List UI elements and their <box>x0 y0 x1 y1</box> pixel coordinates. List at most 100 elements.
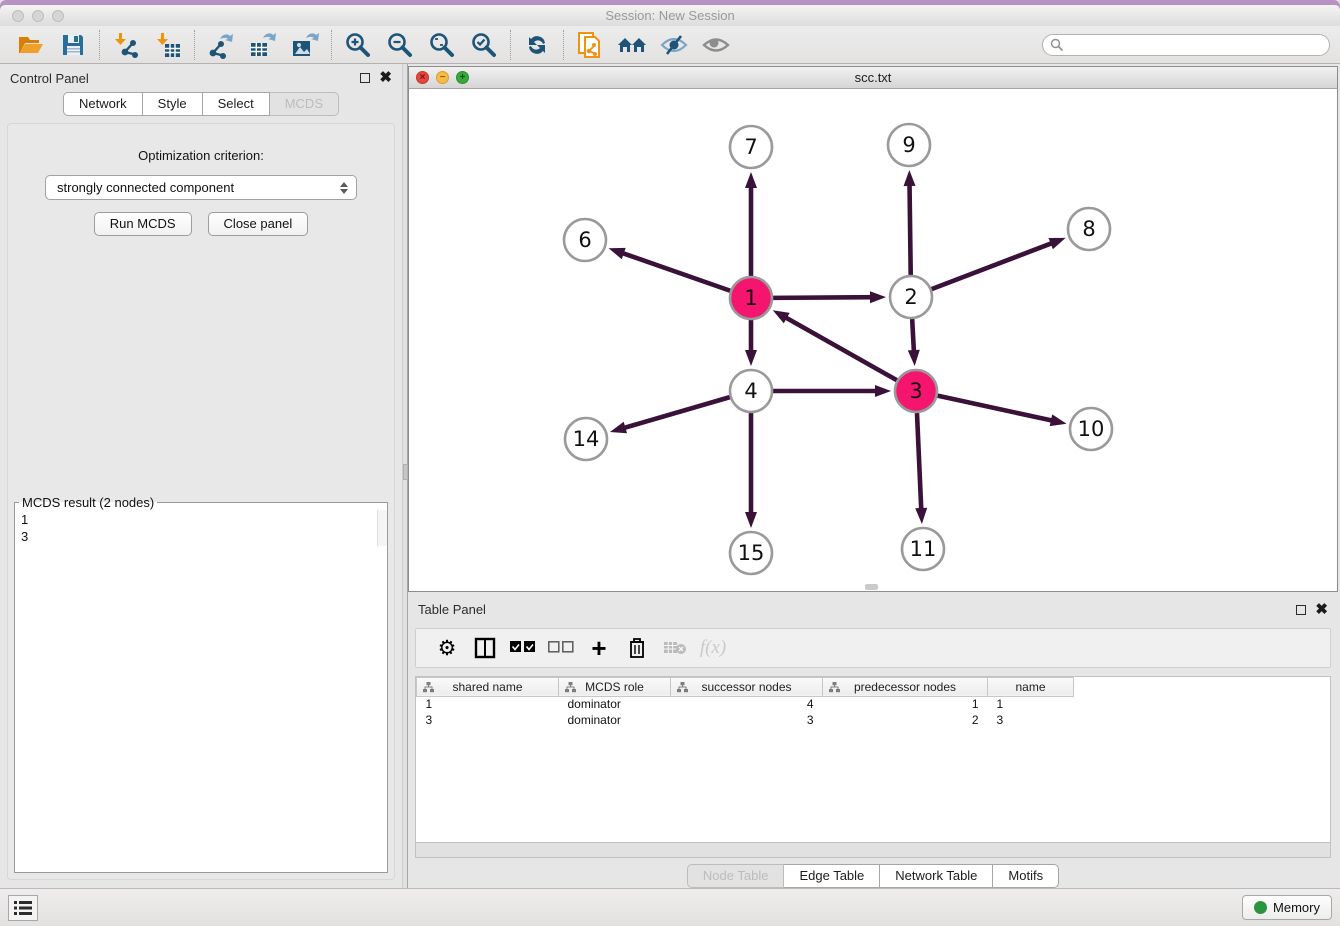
network-maximize-button[interactable]: + <box>456 71 469 84</box>
graph-node-1[interactable]: 1 <box>730 277 772 319</box>
split-view-button[interactable] <box>466 632 504 664</box>
graph-node-11[interactable]: 11 <box>902 528 944 570</box>
zoom-out-button[interactable] <box>379 28 421 62</box>
graph-node-3[interactable]: 3 <box>895 370 937 412</box>
tab-network[interactable]: Network <box>63 92 143 116</box>
tab-motifs[interactable]: Motifs <box>993 864 1059 888</box>
table-settings-button[interactable]: ⚙ <box>428 632 466 664</box>
search-field[interactable] <box>1042 34 1330 56</box>
graph-edge-arrowhead <box>745 172 757 188</box>
save-session-button[interactable] <box>52 28 94 62</box>
zoom-in-button[interactable] <box>337 28 379 62</box>
graph-node-6[interactable]: 6 <box>564 219 606 261</box>
graph-node-9[interactable]: 9 <box>888 124 930 166</box>
graph-edge[interactable] <box>773 297 874 298</box>
column-header-successor-nodes[interactable]: successor nodes <box>671 677 823 696</box>
mcds-result-box: MCDS result (2 nodes) 1 3 <box>14 495 388 873</box>
zoom-selected-button[interactable] <box>463 28 505 62</box>
float-table-panel-icon[interactable] <box>1296 605 1306 615</box>
show-all-networks-button[interactable] <box>611 28 653 62</box>
graph-edge[interactable] <box>620 252 730 291</box>
criterion-select[interactable]: strongly connected component <box>45 175 357 200</box>
column-header-MCDS-role[interactable]: MCDS role <box>559 677 671 696</box>
graph-edge[interactable] <box>917 413 921 512</box>
homes-icon <box>616 32 648 58</box>
toolbar-separator <box>563 30 564 60</box>
run-mcds-button[interactable]: Run MCDS <box>94 212 192 236</box>
graph-node-2[interactable]: 2 <box>890 276 932 318</box>
zoom-fit-button[interactable] <box>421 28 463 62</box>
memory-label: Memory <box>1273 900 1320 915</box>
graph-node-8[interactable]: 8 <box>1068 208 1110 250</box>
task-history-button[interactable] <box>8 895 38 921</box>
svg-text:7: 7 <box>744 135 757 159</box>
close-panel-icon[interactable]: ✖ <box>379 73 392 83</box>
column-header-shared-name[interactable]: shared name <box>417 677 559 696</box>
tab-node-table[interactable]: Node Table <box>687 864 785 888</box>
table-cell[interactable]: 3 <box>671 712 823 728</box>
table-cell[interactable]: 2 <box>823 712 988 728</box>
column-header-predecessor-nodes[interactable]: predecessor nodes <box>823 677 988 696</box>
table-cell[interactable]: dominator <box>559 696 671 712</box>
graph-edge[interactable] <box>912 319 914 354</box>
result-scrollbar[interactable] <box>377 510 387 546</box>
mcds-result-lines: 1 3 <box>15 510 387 546</box>
table-row[interactable]: 1dominator411 <box>417 696 1092 712</box>
table-cell[interactable]: 3 <box>417 712 559 728</box>
table-hscroll[interactable] <box>415 843 1331 858</box>
table-cell[interactable]: 1 <box>823 696 988 712</box>
show-selected-button[interactable] <box>695 28 737 62</box>
export-network-button[interactable] <box>200 28 242 62</box>
tab-select[interactable]: Select <box>203 92 270 116</box>
graph-node-10[interactable]: 10 <box>1070 408 1112 450</box>
tab-mcds[interactable]: MCDS <box>270 92 339 116</box>
network-minimize-button[interactable]: − <box>436 71 449 84</box>
graph-edge[interactable] <box>783 316 897 380</box>
graph-node-15[interactable]: 15 <box>730 532 772 574</box>
import-table-button[interactable] <box>147 28 189 62</box>
network-close-button[interactable]: × <box>416 71 429 84</box>
panel-splitter[interactable] <box>402 64 408 888</box>
graph-edge-arrowhead <box>870 291 886 303</box>
deselect-all-rows-button[interactable] <box>542 632 580 664</box>
table-cell[interactable]: 3 <box>988 712 1074 728</box>
canvas-hscroll-thumb[interactable] <box>865 584 878 590</box>
open-session-button[interactable] <box>10 28 52 62</box>
hide-selected-button[interactable] <box>653 28 695 62</box>
table-cell[interactable]: 1 <box>417 696 559 712</box>
open-folder-icon <box>17 32 45 58</box>
search-input[interactable] <box>1064 36 1329 54</box>
import-network-button[interactable] <box>105 28 147 62</box>
export-image-button[interactable] <box>284 28 326 62</box>
column-header-name[interactable]: name <box>988 677 1074 696</box>
graph-edge[interactable] <box>909 182 910 275</box>
graph-node-7[interactable]: 7 <box>730 126 772 168</box>
memory-button[interactable]: Memory <box>1242 895 1332 920</box>
tab-style[interactable]: Style <box>143 92 203 116</box>
graph-edge[interactable] <box>937 396 1054 421</box>
splitter-handle-icon[interactable] <box>403 464 408 480</box>
table-cell[interactable]: dominator <box>559 712 671 728</box>
float-panel-icon[interactable] <box>360 73 370 83</box>
network-canvas[interactable]: 1 2 3 4 6 7 8 9 10 11 14 15 <box>409 89 1337 591</box>
graph-edge[interactable] <box>622 397 730 429</box>
delete-row-button[interactable] <box>618 632 656 664</box>
delete-column-icon <box>663 640 687 656</box>
graph-node-4[interactable]: 4 <box>730 370 772 412</box>
add-column-button[interactable]: + <box>580 632 618 664</box>
tab-edge-table[interactable]: Edge Table <box>784 864 880 888</box>
export-table-button[interactable] <box>242 28 284 62</box>
refresh-layout-button[interactable] <box>516 28 558 62</box>
tab-network-table[interactable]: Network Table <box>880 864 993 888</box>
close-table-panel-icon[interactable]: ✖ <box>1315 605 1328 615</box>
table-row[interactable]: 3dominator323 <box>417 712 1092 728</box>
gear-icon: ⚙ <box>438 636 457 660</box>
graph-edge[interactable] <box>932 242 1055 289</box>
select-all-rows-button[interactable] <box>504 632 542 664</box>
graph-node-14[interactable]: 14 <box>565 418 607 460</box>
table-cell[interactable]: 1 <box>988 696 1074 712</box>
close-panel-button[interactable]: Close panel <box>208 212 309 236</box>
clone-network-button[interactable] <box>569 28 611 62</box>
sort-hierarchy-icon <box>829 682 840 693</box>
table-cell[interactable]: 4 <box>671 696 823 712</box>
